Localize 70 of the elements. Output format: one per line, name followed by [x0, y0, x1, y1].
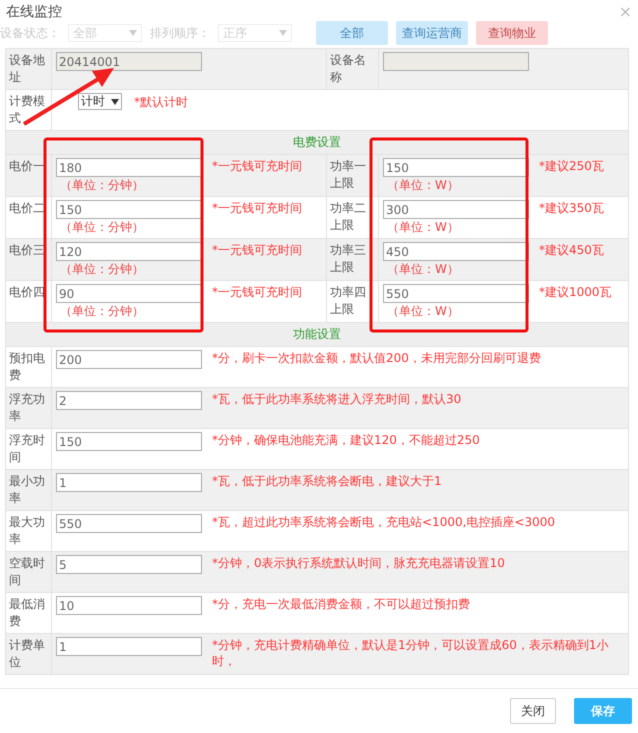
- hint-text: *一元钱可充时间: [212, 242, 302, 258]
- window-title: 在线监控: [6, 3, 62, 21]
- unit-text: （单位：分钟）: [59, 220, 145, 235]
- price-input[interactable]: 90: [56, 284, 202, 303]
- query-button[interactable]: 查询运营商: [396, 21, 468, 45]
- hint-text: *建议1000瓦: [539, 284, 612, 300]
- field-label: 设备名称: [330, 53, 366, 84]
- field-label: 浮充时间: [9, 433, 45, 464]
- field-label: 功率一上限: [330, 159, 366, 190]
- field-label: 最低消费: [9, 597, 45, 628]
- hint-text: *一元钱可充时间: [212, 158, 302, 174]
- unit-text: （单位：W）: [386, 178, 460, 193]
- address-input[interactable]: 20414001: [56, 52, 202, 71]
- price-input[interactable]: 180: [56, 158, 202, 177]
- unit-text: （单位：分钟）: [59, 262, 145, 277]
- hint-text: *瓦，超过此功率系统将会断电，充电站<1000,电控插座<3000: [212, 514, 556, 530]
- power-input[interactable]: 550: [383, 284, 529, 303]
- hint-text: *分，充电一次最低消费金额，不可以超过预扣费: [212, 596, 471, 612]
- power-input[interactable]: 150: [383, 158, 529, 177]
- unit-text: （单位：分钟）: [59, 304, 145, 319]
- field-label: 浮充功率: [9, 392, 45, 423]
- power-input[interactable]: 300: [383, 200, 529, 219]
- hint-text: *建议450瓦: [539, 242, 604, 258]
- setting-input[interactable]: 200: [56, 350, 202, 369]
- section-title: 功能设置: [293, 327, 341, 341]
- unit-text: （单位：W）: [386, 262, 460, 277]
- hint-text: *一元钱可充时间: [212, 200, 302, 216]
- hint-text: *建议350瓦: [539, 200, 604, 216]
- hint-text: *默认计时: [134, 94, 188, 110]
- hint-text: *建议250瓦: [539, 158, 604, 174]
- dropdown-caret-icon: [279, 30, 287, 36]
- close-button[interactable]: 关闭: [510, 698, 556, 724]
- hint-text: *瓦，低于此功率系统将进入浮充时间，默认30: [212, 391, 462, 407]
- hint-text: *一元钱可充时间: [212, 284, 302, 300]
- dropdown-caret-icon: [129, 30, 137, 36]
- query-button[interactable]: 查询物业: [476, 21, 548, 45]
- field-label: 计费单位: [9, 638, 45, 669]
- setting-input[interactable]: 550: [56, 514, 202, 533]
- field-label: 功率四上限: [330, 285, 366, 316]
- power-input[interactable]: 450: [383, 242, 529, 261]
- field-label: 最大功率: [9, 515, 45, 546]
- unit-text: （单位：分钟）: [59, 178, 145, 193]
- price-input[interactable]: 120: [56, 242, 202, 261]
- setting-input[interactable]: 2: [56, 391, 202, 410]
- field-label: 预扣电费: [9, 351, 45, 382]
- field-label: 功率三上限: [330, 243, 366, 274]
- name-input[interactable]: [383, 52, 529, 71]
- setting-input[interactable]: 1: [56, 473, 202, 492]
- billing-mode-dropdown[interactable]: 计时: [78, 93, 122, 110]
- query-button[interactable]: 全部: [316, 21, 388, 45]
- field-label: 功率二上限: [330, 201, 366, 232]
- hint-text: *分钟，确保电池能充满，建议120，不能超过250: [212, 432, 481, 448]
- price-input[interactable]: 150: [56, 200, 202, 219]
- field-label: 计费模式: [9, 94, 45, 125]
- hint-text: *分钟，充电计费精确单位，默认是1分钟，可以设置成60，表示精确到1小时，: [212, 637, 610, 669]
- hint-text: *分钟，0表示执行系统默认时间，脉充充电器请设置10: [212, 555, 506, 571]
- setting-input[interactable]: 10: [56, 596, 202, 615]
- dropdown-caret-icon: [111, 98, 119, 104]
- field-label: 空载时间: [9, 556, 45, 587]
- field-label: 设备地址: [9, 53, 45, 84]
- field-label: 电价三: [9, 243, 45, 257]
- field-label: 最小功率: [9, 474, 45, 505]
- setting-input[interactable]: 150: [56, 432, 202, 451]
- unit-text: （单位：W）: [386, 304, 460, 319]
- hint-text: *瓦，低于此功率系统将会断电，建议大于1: [212, 473, 443, 489]
- section-title: 电费设置: [293, 135, 341, 149]
- setting-input[interactable]: 1: [56, 637, 202, 656]
- unit-text: （单位：W）: [386, 220, 460, 235]
- setting-input[interactable]: 5: [56, 555, 202, 574]
- hint-text: *分，刷卡一次扣款金额，默认值200，未用完部分回刷可退费: [212, 350, 542, 366]
